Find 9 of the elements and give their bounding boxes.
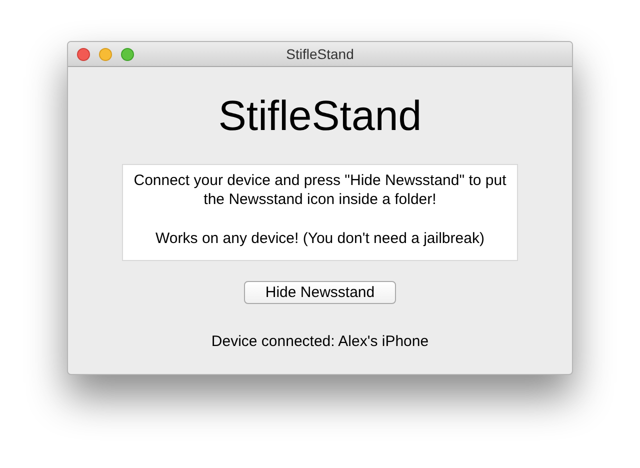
minimize-button[interactable] (99, 48, 112, 60)
info-text: Works on any device! (You don't need a jailbreak) (154, 229, 486, 248)
hide-newsstand-button[interactable]: Hide Newsstand (244, 281, 396, 304)
device-status: Device connected: Alex's iPhone (211, 332, 429, 352)
app-heading: StifleStand (218, 91, 422, 141)
window-title: StifleStand (286, 44, 354, 64)
close-button[interactable] (77, 48, 90, 60)
info-text: Connect your device and press "Hide Newsstand" to put the Newsstand icon inside a folder! (132, 171, 508, 209)
zoom-button[interactable] (121, 48, 134, 60)
